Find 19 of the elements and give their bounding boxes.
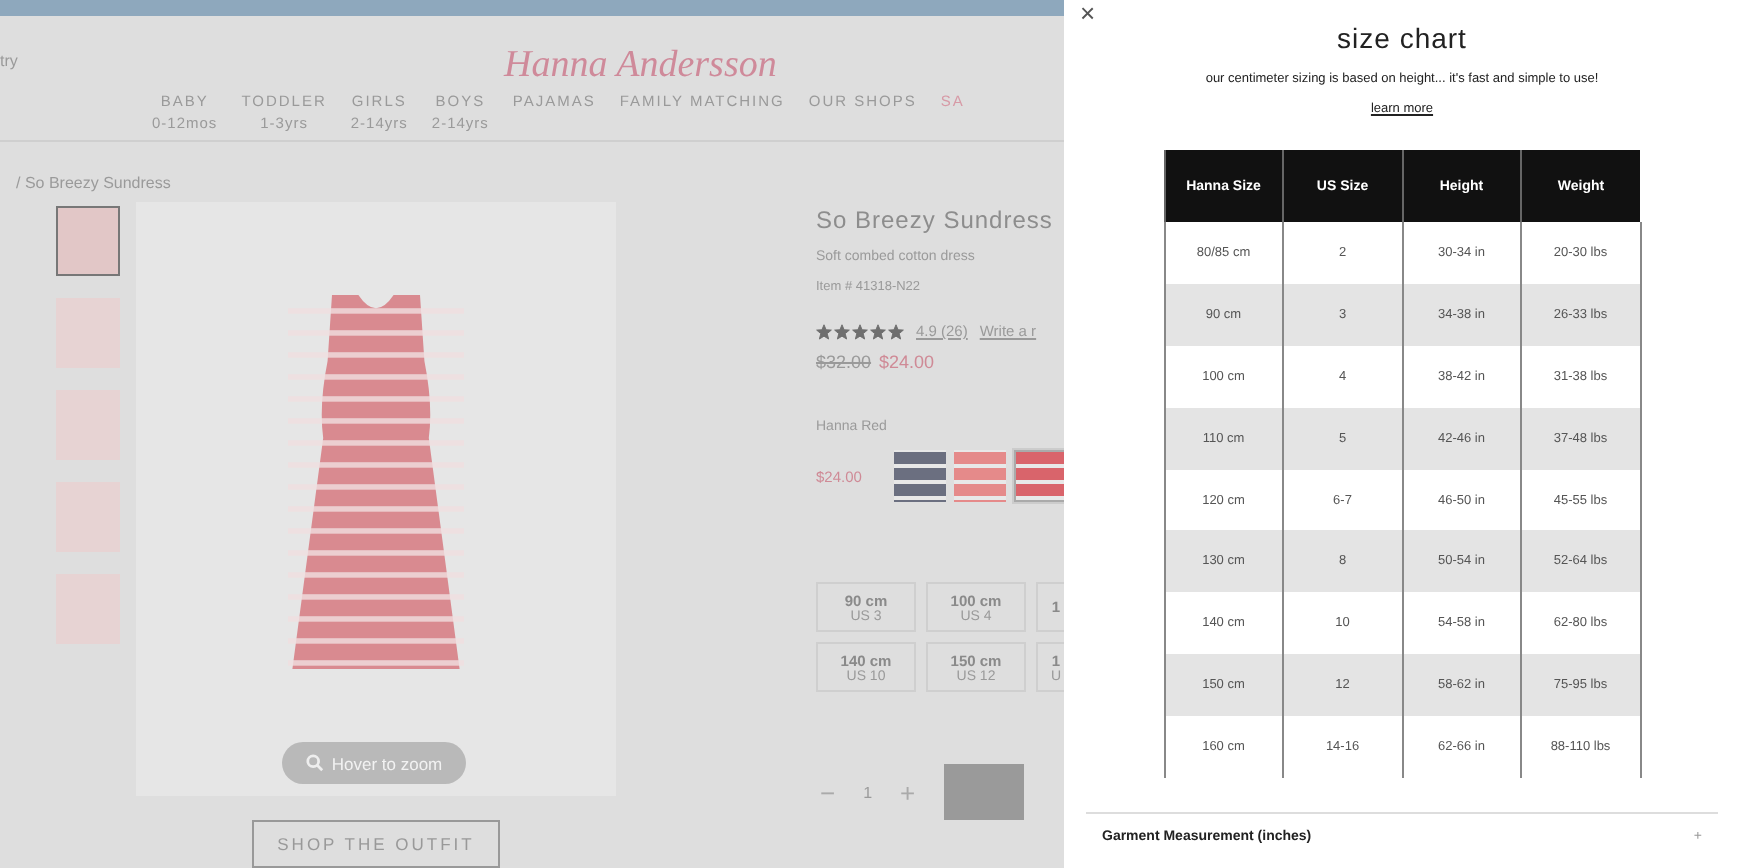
color-swatch[interactable] — [1013, 450, 1064, 502]
color-swatch[interactable] — [893, 450, 946, 502]
breadcrumb: / So Breezy Sundress — [14, 172, 173, 196]
decrease-button[interactable]: − — [816, 777, 840, 807]
increase-button[interactable]: + — [896, 777, 920, 807]
zoom-hint-button[interactable]: Hover to zoom — [282, 742, 466, 784]
shop-outfit-button[interactable]: SHOP THE OUTFIT — [252, 820, 500, 868]
product-title: So Breezy Sundress — [816, 206, 1055, 234]
add-to-bag-button[interactable] — [943, 764, 1024, 820]
sale-price: $24.00 — [879, 352, 935, 372]
search-icon — [305, 754, 324, 772]
quantity-value: 1 — [863, 783, 873, 801]
original-price: $32.00 — [816, 352, 872, 372]
size-chart-title: size chart — [1337, 22, 1467, 54]
utility-link[interactable]: try — [0, 52, 18, 70]
thumbnail[interactable] — [56, 206, 120, 276]
close-button[interactable]: × — [1080, 0, 1096, 26]
brand-logo[interactable]: Hanna Andersson — [504, 44, 777, 88]
color-swatch[interactable] — [953, 450, 1006, 502]
